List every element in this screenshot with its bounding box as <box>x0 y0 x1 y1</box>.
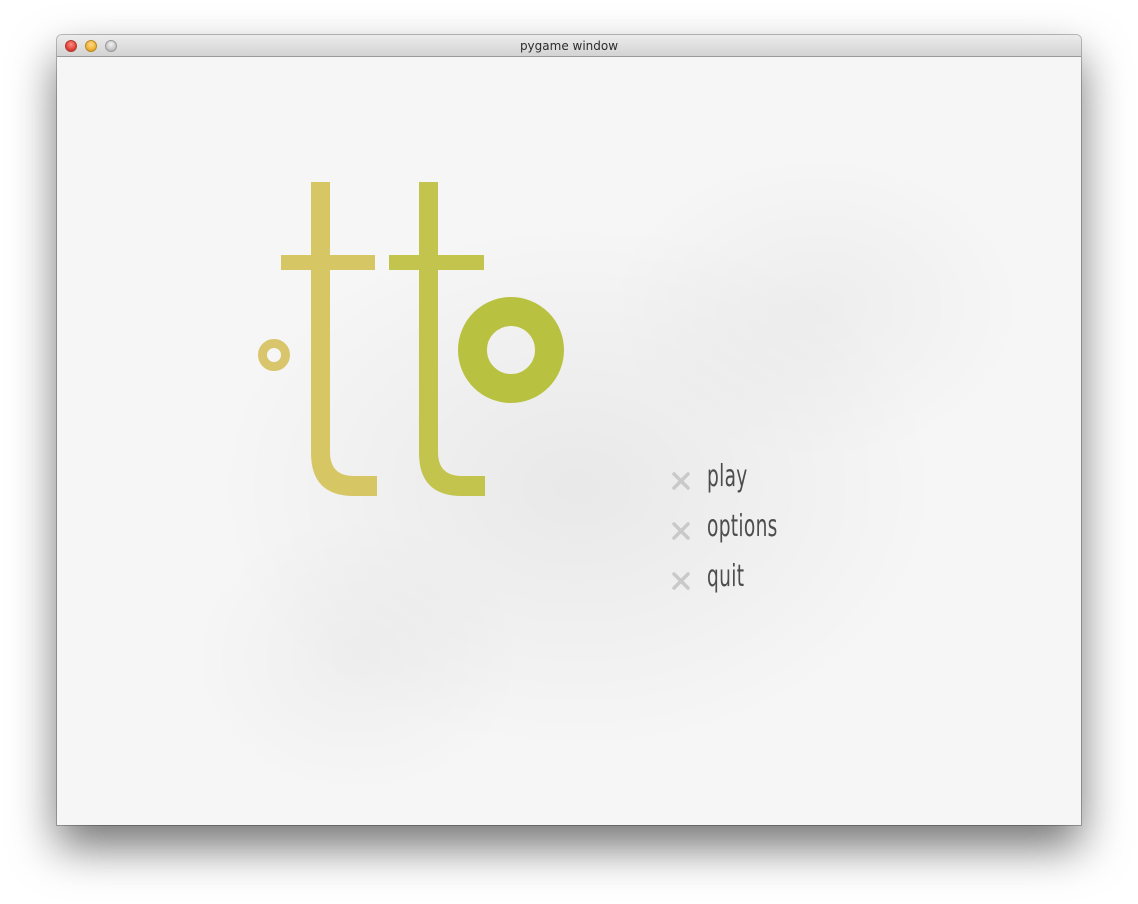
menu-item-play[interactable]: play <box>669 457 829 507</box>
logo-big-o <box>458 297 564 403</box>
logo-small-o <box>258 339 290 371</box>
x-bullet-icon <box>672 572 690 590</box>
x-bullet-icon <box>672 522 690 540</box>
x-bullet-icon <box>672 472 690 490</box>
window-title: pygame window <box>519 39 619 53</box>
title-bar[interactable]: pygame window <box>57 35 1081 57</box>
main-menu: play options quit <box>669 457 829 607</box>
logo-letter-t-1 <box>281 182 377 496</box>
menu-label: quit <box>707 559 745 594</box>
menu-item-options[interactable]: options <box>669 507 829 557</box>
menu-label: play <box>707 459 748 494</box>
app-window: pygame window otto <box>57 35 1081 825</box>
otto-logo: otto <box>258 182 564 496</box>
menu-label: options <box>707 509 778 544</box>
game-canvas: otto <box>57 57 1081 825</box>
menu-item-quit[interactable]: quit <box>669 557 829 607</box>
